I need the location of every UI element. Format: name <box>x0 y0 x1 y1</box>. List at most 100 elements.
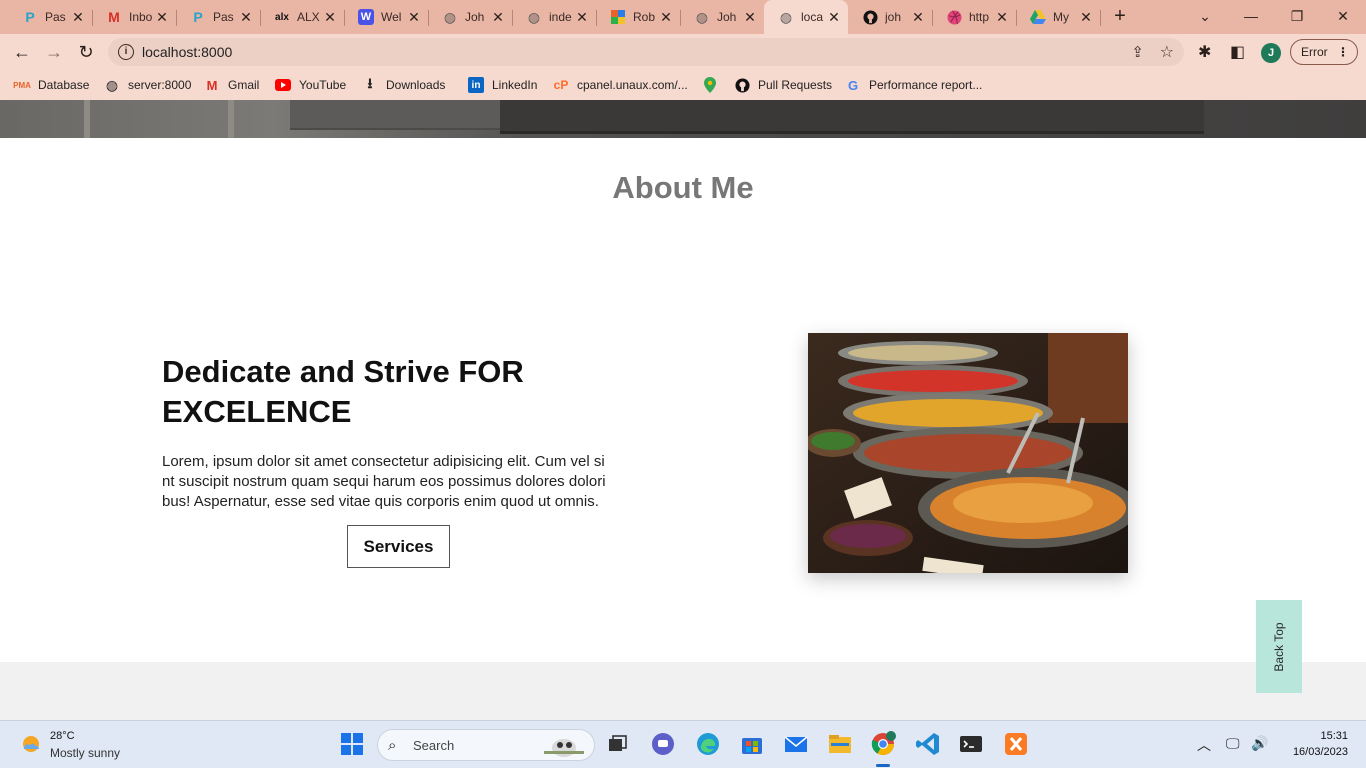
tab-localhost-active[interactable]: ◍ loca ✕ <box>764 0 848 34</box>
tab-http[interactable]: http ✕ <box>932 4 1017 30</box>
close-icon[interactable]: ✕ <box>574 9 590 25</box>
bookmark-server[interactable]: ◍ server:8000 <box>104 76 191 94</box>
bookmark-database[interactable]: PMA Database <box>13 76 89 94</box>
chevron-up-icon[interactable]: ︿ <box>1197 735 1211 755</box>
close-icon[interactable]: ✕ <box>490 9 506 25</box>
close-icon[interactable]: ✕ <box>658 9 674 25</box>
p-icon: P <box>193 9 203 25</box>
chat-icon[interactable] <box>650 731 676 757</box>
gmail-icon: M <box>108 9 120 25</box>
terminal-icon[interactable] <box>958 731 984 757</box>
tab-joh-github[interactable]: joh ✕ <box>848 4 933 30</box>
reload-icon: ↻ <box>78 42 94 62</box>
close-icon[interactable]: ✕ <box>742 9 758 25</box>
close-window-button[interactable]: ✕ <box>1320 4 1366 28</box>
close-icon[interactable]: ✕ <box>994 9 1010 25</box>
close-icon[interactable]: ✕ <box>406 9 422 25</box>
task-view-icon[interactable] <box>604 731 630 757</box>
forward-button[interactable]: → <box>43 41 65 63</box>
xampp-icon[interactable] <box>1003 731 1029 757</box>
weather-condition[interactable]: Mostly sunny <box>50 746 120 760</box>
bookmark-maps[interactable] <box>702 76 726 94</box>
vscode-icon[interactable] <box>915 731 941 757</box>
close-icon[interactable]: ✕ <box>826 9 842 25</box>
food-photo <box>808 333 1128 573</box>
url-text[interactable]: localhost:8000 <box>142 38 232 66</box>
tab-label: ALX <box>297 10 320 24</box>
edge-icon[interactable] <box>695 731 721 757</box>
share-icon[interactable]: ⇪ <box>1131 43 1144 61</box>
close-icon[interactable]: ✕ <box>154 9 170 25</box>
pma-icon: PMA <box>13 80 31 90</box>
tab-my-drive[interactable]: My ✕ <box>1016 4 1101 30</box>
error-button[interactable]: Error ⋮ <box>1290 39 1358 65</box>
tab-alx[interactable]: alx ALX ✕ <box>260 4 345 30</box>
tab-label: Joh <box>465 10 485 24</box>
volume-icon[interactable]: 🔊 <box>1251 735 1268 752</box>
back-button[interactable]: ← <box>11 41 33 63</box>
bookmark-gmail[interactable]: M Gmail <box>204 76 260 94</box>
search-highlight-icon <box>542 733 586 759</box>
address-bar[interactable]: i localhost:8000 ⇪ ☆ <box>108 38 1184 66</box>
back-top-button[interactable]: Back Top <box>1256 600 1302 693</box>
tab-inde[interactable]: ◍ inde ✕ <box>512 4 597 30</box>
error-label: Error <box>1301 45 1328 59</box>
services-button[interactable]: Services <box>347 525 450 568</box>
about-paragraph: Lorem, ipsum dolor sit amet consectetur … <box>162 452 636 512</box>
tab-joh-1[interactable]: ◍ Joh ✕ <box>428 4 513 30</box>
system-clock[interactable]: 15:31 <box>1310 730 1348 742</box>
network-icon[interactable]: 🖵 <box>1226 735 1240 752</box>
bookmark-downloads[interactable]: ⭳ Downloads <box>362 75 446 94</box>
close-icon: ✕ <box>1337 8 1349 24</box>
profile-avatar[interactable]: J <box>1261 43 1281 63</box>
tab-pas-2[interactable]: P Pas ✕ <box>176 4 261 30</box>
colorful-icon <box>610 9 626 25</box>
close-icon[interactable]: ✕ <box>1078 9 1094 25</box>
section-title: About Me <box>612 170 754 205</box>
weather-temperature[interactable]: 28°C <box>50 730 75 742</box>
chrome-icon[interactable] <box>870 731 896 757</box>
back-top-label: Back Top <box>1272 621 1286 672</box>
tab-wel[interactable]: W Wel ✕ <box>344 4 429 30</box>
minimize-button[interactable]: — <box>1228 4 1274 28</box>
bookmark-star-icon[interactable]: ☆ <box>1160 42 1174 62</box>
windows-start-icon[interactable] <box>339 731 365 757</box>
mail-icon[interactable] <box>783 731 809 757</box>
restore-button[interactable]: ❐ <box>1274 4 1320 28</box>
side-panel-icon[interactable]: ◧ <box>1230 42 1245 62</box>
close-icon[interactable]: ✕ <box>238 9 254 25</box>
tab-search-button[interactable]: ⌄ <box>1182 4 1228 28</box>
close-icon[interactable]: ✕ <box>910 9 926 25</box>
youtube-icon <box>275 77 291 93</box>
bookmark-youtube[interactable]: YouTube <box>275 76 346 94</box>
github-icon <box>862 9 878 25</box>
file-explorer-icon[interactable] <box>827 731 853 757</box>
globe-icon: ◍ <box>779 8 793 25</box>
tab-label: loca <box>801 10 824 24</box>
microsoft-store-icon[interactable] <box>739 731 765 757</box>
tab-label: Pas <box>45 10 66 24</box>
tab-joh-2[interactable]: ◍ Joh ✕ <box>680 4 765 30</box>
bookmark-cpanel[interactable]: cP cpanel.unaux.com/... <box>553 76 688 94</box>
close-icon[interactable]: ✕ <box>70 9 86 25</box>
extensions-icon[interactable]: ✱ <box>1198 42 1211 62</box>
bookmark-pull-requests[interactable]: Pull Requests <box>734 76 832 94</box>
active-app-indicator <box>876 764 890 767</box>
bookmark-linkedin[interactable]: in LinkedIn <box>468 76 537 94</box>
tab-pas-1[interactable]: P Pas ✕ <box>8 4 93 30</box>
info-icon[interactable]: i <box>118 44 134 60</box>
close-icon[interactable]: ✕ <box>322 9 338 25</box>
search-label: Search <box>413 738 455 753</box>
alx-icon: alx <box>275 11 289 23</box>
bookmark-label: YouTube <box>299 78 347 92</box>
new-tab-button[interactable]: + <box>1109 6 1131 28</box>
tab-label: Inbo <box>129 10 153 24</box>
weather-sun-icon[interactable] <box>20 733 42 755</box>
tab-inbox[interactable]: M Inbo ✕ <box>92 4 177 30</box>
reload-button[interactable]: ↻ <box>75 41 97 63</box>
taskbar-search[interactable]: ⌕ Search <box>377 729 595 761</box>
system-date[interactable]: 16/03/2023 <box>1285 746 1348 758</box>
tab-rob[interactable]: Rob ✕ <box>596 4 681 30</box>
bookmark-performance-report[interactable]: G Performance report... <box>845 76 982 94</box>
tab-label: Rob <box>633 10 656 24</box>
